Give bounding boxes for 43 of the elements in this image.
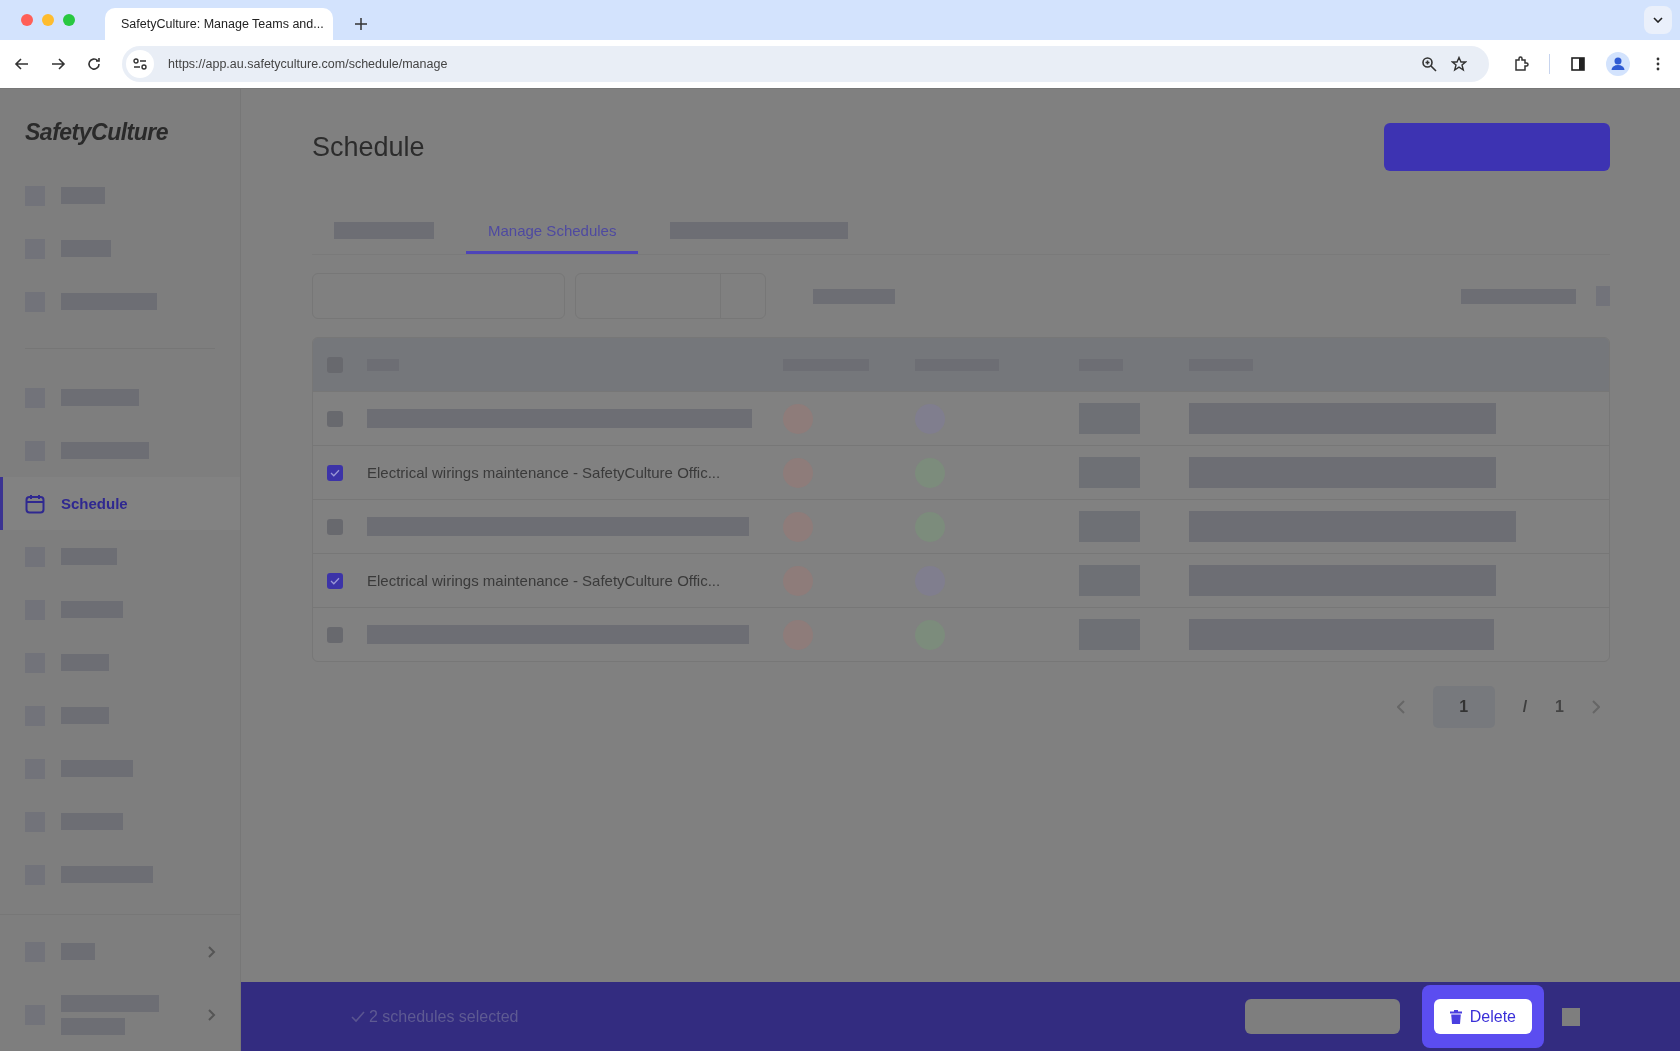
page-total: 1 (1555, 698, 1564, 716)
maximize-window-icon[interactable] (63, 14, 75, 26)
schedule-name[interactable]: Electrical wirings maintenance - SafetyCulture Offic... (367, 572, 721, 589)
calendar-icon (25, 493, 45, 514)
check-icon (330, 576, 340, 585)
page-title: Schedule (312, 131, 425, 163)
check-icon (351, 1010, 365, 1023)
check-icon (330, 468, 340, 477)
profile-avatar-icon[interactable] (1606, 52, 1630, 76)
row-checkbox[interactable] (327, 626, 343, 643)
logo[interactable]: SafetyCulture (25, 119, 240, 146)
address-bar[interactable]: https://app.au.safetyculture.com/schedule/manage (122, 46, 1489, 82)
next-page-icon[interactable] (1592, 700, 1600, 714)
page-separator: / (1522, 698, 1528, 716)
blurred-button[interactable] (1384, 123, 1610, 171)
previous-page-icon[interactable] (1396, 700, 1405, 714)
site-settings-icon[interactable] (126, 50, 154, 78)
zoom-icon[interactable] (1421, 56, 1437, 72)
trash-icon (1449, 1009, 1462, 1024)
minimize-window-icon[interactable] (42, 14, 54, 26)
page-number-field[interactable]: 1 (1432, 686, 1495, 728)
chevron-down-icon (1653, 17, 1663, 23)
row-checkbox[interactable] (327, 572, 343, 589)
tab-search-button[interactable] (1644, 6, 1672, 34)
schedule-name[interactable]: Electrical wirings maintenance - SafetyCulture Offic... (367, 464, 721, 481)
browser-tab[interactable]: SafetyCulture: Manage Teams and... (105, 8, 333, 40)
row-checkbox[interactable] (327, 464, 343, 481)
chevron-right-icon (208, 1008, 216, 1021)
bookmark-star-icon[interactable] (1451, 56, 1467, 72)
forward-icon[interactable] (50, 56, 66, 72)
back-icon[interactable] (14, 56, 30, 72)
close-window-icon[interactable] (21, 14, 33, 26)
side-panel-icon[interactable] (1570, 56, 1586, 72)
row-checkbox[interactable] (327, 410, 343, 427)
blurred-icon (1562, 1007, 1580, 1026)
sidebar-item[interactable]: Schedule (0, 477, 240, 530)
extensions-icon[interactable] (1513, 56, 1529, 72)
delete-button[interactable]: Delete (1433, 999, 1532, 1034)
row-checkbox[interactable] (327, 518, 343, 535)
blurred-button[interactable] (1244, 999, 1400, 1034)
chevron-right-icon (208, 945, 216, 958)
new-tab-icon[interactable] (355, 18, 367, 30)
reload-icon[interactable] (86, 56, 102, 72)
